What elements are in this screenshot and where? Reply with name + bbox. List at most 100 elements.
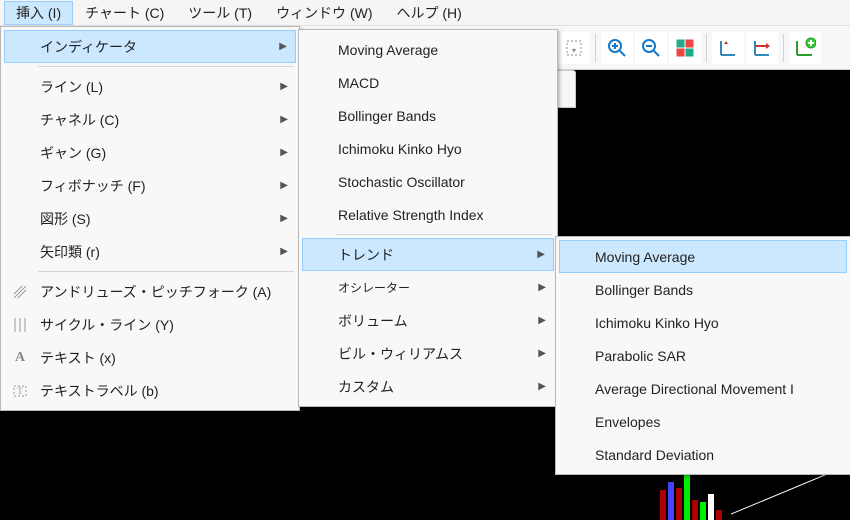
toolbar-separator	[706, 34, 707, 62]
chart-tab-fragment[interactable]	[556, 70, 576, 108]
menu-help[interactable]: ヘルプ (H)	[385, 1, 474, 25]
template-dropdown-button[interactable]: ▾	[558, 32, 590, 64]
menu-tools[interactable]: ツール (T)	[176, 1, 264, 25]
menu-text[interactable]: A テキスト (x)	[4, 341, 296, 374]
trend-envelopes[interactable]: Envelopes	[559, 405, 847, 438]
menu-label: MACD	[338, 75, 379, 91]
menu-label: フィボナッチ (F)	[40, 176, 146, 196]
menu-label: Bollinger Bands	[595, 282, 693, 298]
menu-line[interactable]: ライン (L) ▶	[4, 70, 296, 103]
menu-label: カスタム	[338, 377, 394, 397]
menu-gann[interactable]: ギャン (G) ▶	[4, 136, 296, 169]
submenu-oscillator[interactable]: オシレーター ▶	[302, 271, 554, 304]
text-label-icon: T	[10, 381, 30, 401]
menu-label: Envelopes	[595, 414, 660, 430]
indicators-submenu: Moving Average MACD Bollinger Bands Ichi…	[298, 29, 558, 407]
tile-windows-icon[interactable]	[669, 32, 701, 64]
submenu-bollinger[interactable]: Bollinger Bands	[302, 99, 554, 132]
insert-menu-dropdown: インディケータ ▶ ライン (L) ▶ チャネル (C) ▶ ギャン (G) ▶…	[0, 26, 300, 411]
trend-bollinger[interactable]: Bollinger Bands	[559, 273, 847, 306]
trend-moving-average[interactable]: Moving Average	[559, 240, 847, 273]
toolbar-right: ▾	[558, 26, 821, 70]
menu-separator	[336, 234, 552, 235]
pitchfork-icon	[10, 282, 30, 302]
menu-label: サイクル・ライン (Y)	[40, 315, 174, 335]
text-icon: A	[10, 348, 30, 368]
candlestick-cluster	[660, 470, 722, 520]
menu-label: Ichimoku Kinko Hyo	[595, 315, 719, 331]
menu-label: ビル・ウィリアムス	[338, 344, 463, 364]
menu-label: Standard Deviation	[595, 447, 714, 463]
trend-admi[interactable]: Average Directional Movement I	[559, 372, 847, 405]
menu-label: テキストラベル (b)	[40, 381, 159, 401]
menu-text-label[interactable]: T テキストラベル (b)	[4, 374, 296, 407]
submenu-arrow-icon: ▶	[280, 180, 288, 191]
submenu-trend[interactable]: トレンド ▶	[302, 238, 554, 271]
menu-label: テキスト (x)	[40, 348, 116, 368]
menu-label: 矢印類 (r)	[40, 242, 100, 262]
submenu-arrow-icon: ▶	[538, 381, 546, 392]
menu-label: Ichimoku Kinko Hyo	[338, 141, 462, 157]
auto-scroll-icon[interactable]	[746, 32, 778, 64]
submenu-rsi[interactable]: Relative Strength Index	[302, 198, 554, 231]
trend-standard-deviation[interactable]: Standard Deviation	[559, 438, 847, 471]
indicators-button[interactable]	[789, 32, 821, 64]
submenu-custom[interactable]: カスタム ▶	[302, 370, 554, 403]
menu-shapes[interactable]: 図形 (S) ▶	[4, 202, 296, 235]
menu-label: Moving Average	[338, 42, 438, 58]
cycle-lines-icon	[10, 315, 30, 335]
menu-indicators[interactable]: インディケータ ▶	[4, 30, 296, 63]
menu-label: ボリューム	[338, 311, 408, 331]
submenu-arrow-icon: ▶	[538, 315, 546, 326]
zoom-out-icon[interactable]	[635, 32, 667, 64]
menu-label: Relative Strength Index	[338, 207, 484, 223]
trend-submenu: Moving Average Bollinger Bands Ichimoku …	[555, 236, 850, 475]
menu-label: Bollinger Bands	[338, 108, 436, 124]
submenu-bill-williams[interactable]: ビル・ウィリアムス ▶	[302, 337, 554, 370]
submenu-moving-average[interactable]: Moving Average	[302, 33, 554, 66]
submenu-arrow-icon: ▶	[280, 147, 288, 158]
menu-label: Stochastic Oscillator	[338, 174, 465, 190]
menu-label: チャネル (C)	[40, 110, 119, 130]
menu-channel[interactable]: チャネル (C) ▶	[4, 103, 296, 136]
menu-label: アンドリューズ・ピッチフォーク (A)	[40, 282, 271, 302]
menu-label: Average Directional Movement I	[595, 381, 794, 397]
submenu-arrow-icon: ▶	[279, 41, 287, 52]
menu-label: オシレーター	[338, 279, 410, 296]
submenu-arrow-icon: ▶	[538, 282, 546, 293]
submenu-stochastic[interactable]: Stochastic Oscillator	[302, 165, 554, 198]
svg-text:T: T	[17, 386, 23, 396]
menu-window[interactable]: ウィンドウ (W)	[264, 1, 384, 25]
zoom-in-icon[interactable]	[601, 32, 633, 64]
submenu-volume[interactable]: ボリューム ▶	[302, 304, 554, 337]
submenu-ichimoku[interactable]: Ichimoku Kinko Hyo	[302, 132, 554, 165]
menu-separator	[38, 66, 294, 67]
trend-parabolic-sar[interactable]: Parabolic SAR	[559, 339, 847, 372]
submenu-arrow-icon: ▶	[280, 81, 288, 92]
menu-andrews-pitchfork[interactable]: アンドリューズ・ピッチフォーク (A)	[4, 275, 296, 308]
menu-chart[interactable]: チャート (C)	[73, 1, 176, 25]
svg-text:▾: ▾	[572, 46, 576, 55]
menu-insert[interactable]: 挿入 (I)	[4, 1, 73, 25]
menu-label: Moving Average	[595, 249, 695, 265]
submenu-macd[interactable]: MACD	[302, 66, 554, 99]
shift-chart-icon[interactable]	[712, 32, 744, 64]
submenu-arrow-icon: ▶	[280, 213, 288, 224]
menu-label: インディケータ	[40, 37, 137, 57]
menu-label: ライン (L)	[40, 77, 103, 97]
menu-label: ギャン (G)	[40, 143, 106, 163]
submenu-arrow-icon: ▶	[538, 348, 546, 359]
menu-label: トレンド	[338, 245, 394, 265]
submenu-arrow-icon: ▶	[537, 249, 545, 260]
trend-ichimoku[interactable]: Ichimoku Kinko Hyo	[559, 306, 847, 339]
menu-separator	[38, 271, 294, 272]
menu-label: 図形 (S)	[40, 209, 91, 229]
menu-cycle-lines[interactable]: サイクル・ライン (Y)	[4, 308, 296, 341]
toolbar-separator	[783, 34, 784, 62]
submenu-arrow-icon: ▶	[280, 246, 288, 257]
menu-fibonacci[interactable]: フィボナッチ (F) ▶	[4, 169, 296, 202]
menu-arrows[interactable]: 矢印類 (r) ▶	[4, 235, 296, 268]
menu-label: Parabolic SAR	[595, 348, 686, 364]
menubar: 挿入 (I) チャート (C) ツール (T) ウィンドウ (W) ヘルプ (H…	[0, 0, 850, 26]
submenu-arrow-icon: ▶	[280, 114, 288, 125]
